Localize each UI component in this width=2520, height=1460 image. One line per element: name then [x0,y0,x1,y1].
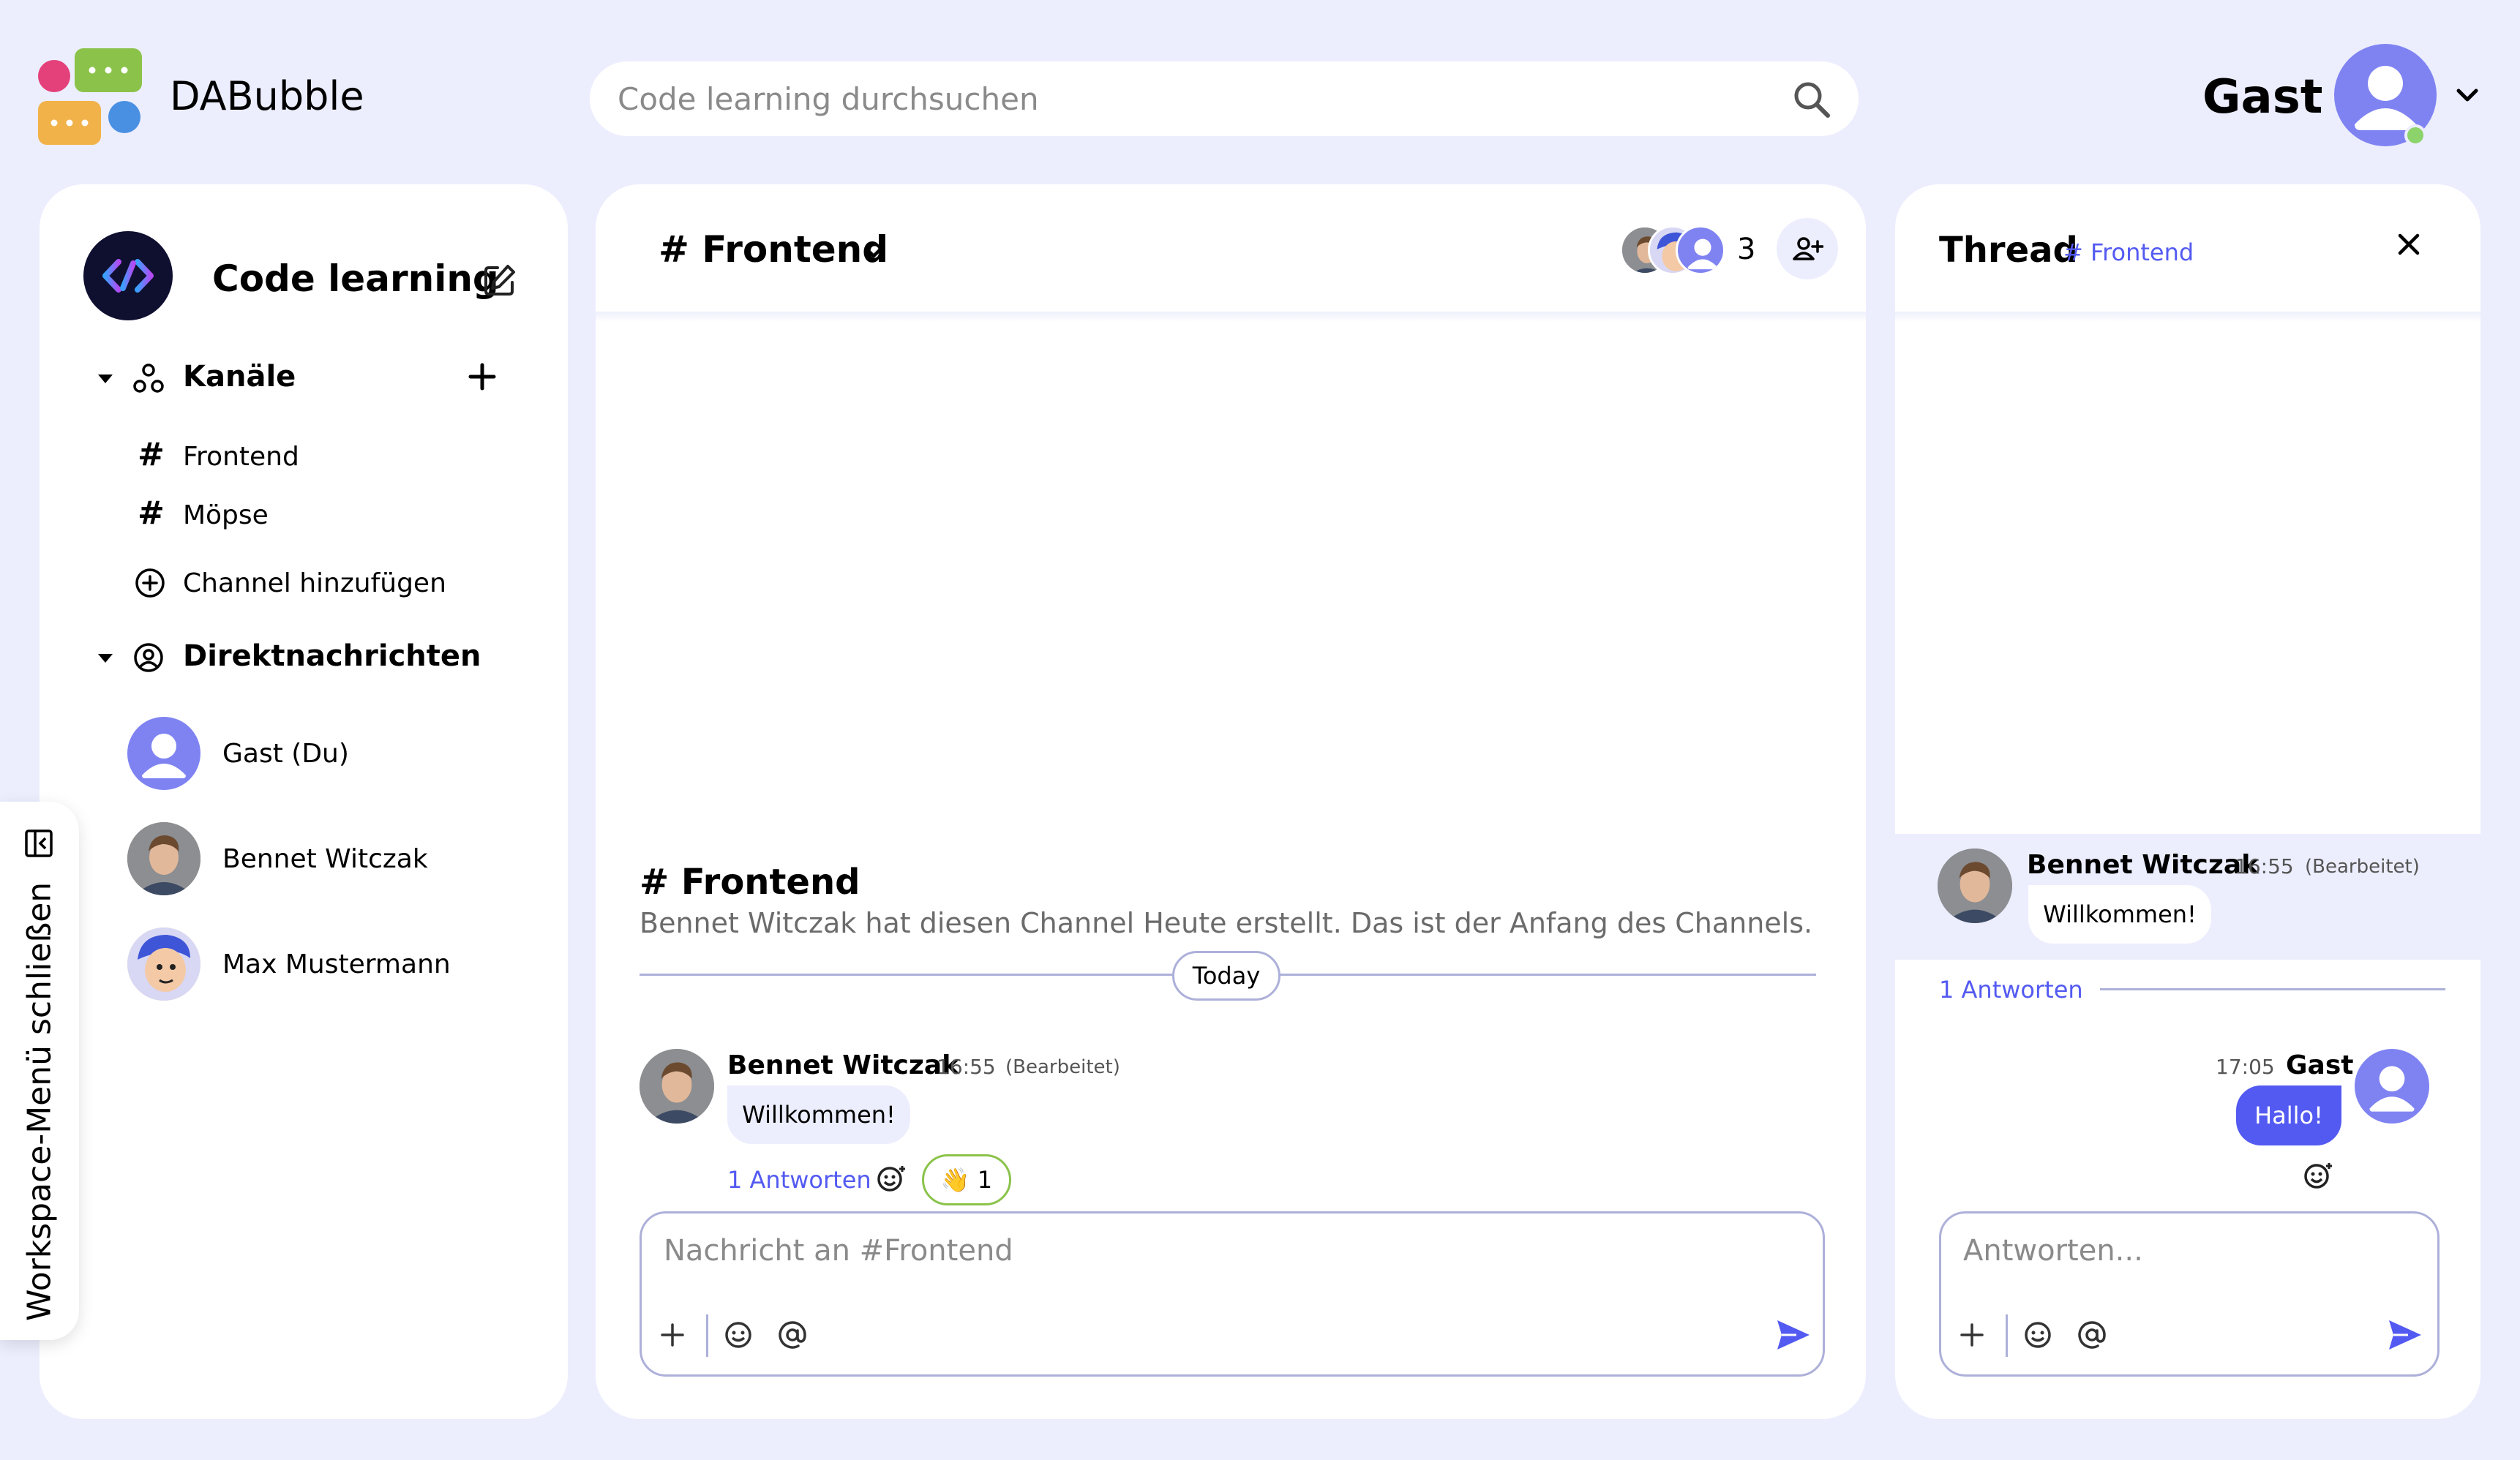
channels-section-label[interactable]: Kanäle [183,360,296,394]
message-time: 16:55 [937,1055,996,1079]
sidebar-item-label: Frontend [182,442,299,472]
workspace-menu-toggle[interactable]: Workspace-Menü schließen [0,802,79,1340]
avatar-cartoon-max [127,927,200,1001]
online-status-indicator [2404,124,2426,146]
wave-emoji: 👋 [940,1166,970,1194]
reaction-count: 1 [977,1166,993,1194]
sidebar-collapse-icon [25,829,53,857]
current-user-name[interactable]: Gast [2202,70,2322,124]
user-silhouette-icon [2369,1066,2415,1112]
person-add-icon [1793,237,1823,260]
own-message-bubble[interactable]: Hallo! [2236,1085,2341,1145]
attach-plus-icon[interactable] [658,1320,687,1350]
replies-link[interactable]: 1 Antworten [727,1166,871,1194]
message-author[interactable]: Bennet Witczak [727,1050,959,1080]
app-name: DABubble [170,73,364,119]
date-label: Today [1172,951,1280,1001]
message-author-avatar[interactable] [2355,1049,2429,1124]
dm-item-max[interactable]: Max Mustermann [127,927,451,1001]
add-reaction-icon[interactable] [2302,1160,2334,1192]
message-time: 16:55 [2235,854,2294,878]
dm-item-gast[interactable]: Gast (Du) [127,717,349,790]
workspaces-icon [133,364,164,393]
header-divider [596,312,1866,322]
chevron-down-icon[interactable] [2453,85,2482,107]
channel-intro-text: Bennet Witczak hat diesen Channel Heute … [640,907,1813,939]
message-author-avatar[interactable] [1938,848,2012,923]
chevron-down-icon[interactable] [862,244,885,262]
channel-title[interactable]: # Frontend [659,228,888,271]
message-input[interactable] [664,1234,1761,1281]
reply-input[interactable] [1963,1234,2402,1281]
caret-down-icon[interactable] [98,654,113,663]
add-reaction-icon[interactable] [875,1163,907,1195]
add-member-button[interactable] [1777,218,1838,279]
reaction-chip[interactable]: 👋 1 [922,1154,1011,1205]
avatar [1676,225,1725,275]
mention-icon[interactable] [776,1319,809,1351]
message-author-avatar[interactable] [640,1049,714,1124]
add-channel-label: Channel hinzufügen [183,568,446,598]
reply-composer[interactable] [1939,1211,2440,1377]
add-channel-button[interactable]: Channel hinzufügen [133,566,446,600]
mention-icon[interactable] [2076,1319,2108,1351]
dm-item-label: Bennet Witczak [222,843,428,874]
dm-item-label: Gast (Du) [222,738,349,769]
sidebar-item-moepse[interactable]: # Möpse [138,494,269,532]
add-circle-icon [135,568,165,598]
send-icon[interactable] [2386,1317,2424,1352]
search-input[interactable] [618,78,1759,120]
hash-icon: # [138,436,165,473]
thread-channel-label: # Frontend [2063,238,2194,266]
hash-icon: # [138,494,165,532]
edit-icon[interactable] [483,263,517,297]
message-edited-label: (Bearbeitet) [2305,856,2420,878]
message-edited-label: (Bearbeitet) [1005,1056,1120,1078]
member-count[interactable]: 3 [1737,233,1755,266]
message-time: 17:05 [2216,1055,2275,1079]
message-author[interactable]: Bennet Witczak [2027,850,2259,880]
dm-item-label: Max Mustermann [222,949,451,979]
sidebar-item-frontend[interactable]: # Frontend [138,436,299,473]
caret-down-icon[interactable] [98,375,113,383]
attach-plus-icon[interactable] [1957,1320,1987,1350]
member-avatars[interactable] [1620,222,1730,278]
header-divider [1895,312,2480,322]
message-bubble[interactable]: Willkommen! [727,1085,910,1144]
replies-count: 1 Antworten [1939,976,2083,1004]
replies-divider [2100,988,2445,990]
dm-item-bennet[interactable]: Bennet Witczak [127,822,428,895]
add-channel-plus-icon[interactable] [467,361,498,392]
search-icon[interactable] [1791,79,1832,120]
emoji-icon[interactable] [722,1319,754,1351]
account-circle-icon [134,643,163,672]
workspace-menu-toggle-label: Workspace-Menü schließen [20,881,59,1322]
workspace-logo-icon [83,231,173,320]
sidebar-item-label: Möpse [182,500,269,530]
avatar-photo-bennet [127,822,200,895]
send-icon[interactable] [1774,1317,1812,1352]
toolbar-separator [2006,1314,2008,1357]
message-author[interactable]: Gast [2286,1050,2353,1080]
app-logo-icon [38,48,145,151]
channel-intro-title: # Frontend [640,862,860,903]
search-bar[interactable] [590,61,1859,136]
user-silhouette-icon [142,734,186,778]
dm-section-label[interactable]: Direktnachrichten [183,639,481,673]
emoji-icon[interactable] [2022,1319,2054,1351]
thread-title: Thread [1939,230,2078,271]
workspace-title: Code learning [212,257,499,300]
message-bubble[interactable]: Willkommen! [2028,885,2211,944]
toolbar-separator [706,1314,708,1357]
message-composer[interactable] [640,1211,1825,1377]
avatar [127,717,200,790]
close-icon[interactable] [2394,230,2423,259]
